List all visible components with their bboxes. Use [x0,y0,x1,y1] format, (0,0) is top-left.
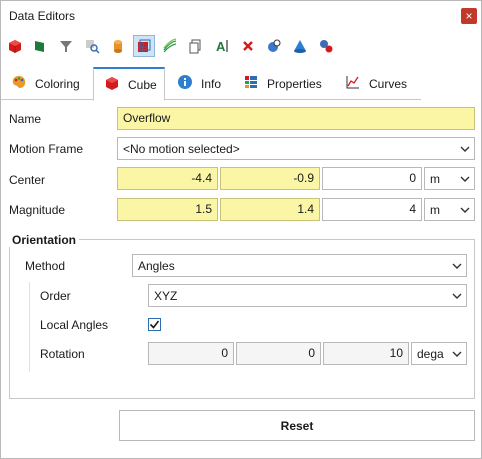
rotation-unit-select[interactable]: dega [411,342,467,365]
svg-text:A: A [216,39,226,54]
copy-icon[interactable] [185,35,207,57]
red-cube-icon [104,75,120,94]
rotation-z-input[interactable]: 10 [323,342,409,365]
magnitude-y-input[interactable]: 1.4 [220,198,320,221]
tab-label: Cube [128,77,157,92]
chevron-down-icon [460,146,470,152]
title-bar: Data Editors × [1,1,481,32]
chart-curve-icon [345,74,361,93]
tab-coloring[interactable]: Coloring [1,67,93,100]
chevron-down-icon [452,293,462,299]
chevron-down-icon [452,351,462,357]
name-input[interactable]: Overflow [117,107,475,130]
local-angles-label: Local Angles [40,318,109,332]
tab-label: Info [201,76,222,91]
center-z-input[interactable]: 0 [322,167,422,190]
text-format-icon[interactable]: A [211,35,233,57]
center-x-input[interactable]: -4.4 [117,167,218,190]
info-icon [177,74,193,93]
close-button[interactable]: × [461,8,477,24]
magnitude-label: Magnitude [9,203,66,217]
molecule-icon[interactable] [315,35,337,57]
lines-icon[interactable] [159,35,181,57]
filter-icon[interactable] [55,35,77,57]
rotation-y-input[interactable]: 0 [236,342,321,365]
properties-icon [243,74,259,93]
chevron-down-icon [460,207,470,213]
orientation-title: Orientation [9,233,80,247]
tab-properties[interactable]: Properties [233,67,335,100]
red-cube-icon[interactable] [4,35,26,57]
local-angles-checkbox[interactable] [148,318,161,331]
rotation-label: Rotation [40,347,85,361]
method-label: Method [25,259,66,273]
toolbar: A [1,35,481,59]
reset-button[interactable]: Reset [119,410,475,441]
magnitude-unit-select[interactable]: m [424,198,475,221]
cone-icon[interactable] [289,35,311,57]
name-label: Name [9,112,42,126]
motion-frame-select[interactable]: <No motion selected> [117,137,475,160]
tab-strip: Coloring Cube Info Properties Curves [1,67,481,101]
tab-label: Coloring [35,76,80,91]
center-y-input[interactable]: -0.9 [220,167,320,190]
magnitude-x-input[interactable]: 1.5 [117,198,218,221]
palette-icon [11,74,27,93]
method-value: Angles [138,259,175,273]
rotation-unit-value: dega [417,347,444,361]
cube-grid-icon[interactable] [133,35,155,57]
chevron-down-icon [452,263,462,269]
camera-point-icon[interactable] [263,35,285,57]
green-flag-icon[interactable] [29,35,51,57]
magnitude-unit-value: m [430,203,440,217]
search-zoom-icon[interactable] [81,35,103,57]
magnitude-z-input[interactable]: 4 [322,198,422,221]
cylinder-icon[interactable] [107,35,129,57]
tab-label: Curves [369,76,408,91]
order-value: XYZ [154,289,178,303]
center-label: Center [9,173,46,187]
motion-frame-label: Motion Frame [9,142,84,156]
center-unit-value: m [430,172,440,186]
tab-divider [1,99,421,100]
order-select[interactable]: XYZ [148,284,467,307]
rotation-x-input[interactable]: 0 [148,342,234,365]
order-label: Order [40,289,71,303]
method-select[interactable]: Angles [132,254,467,277]
tab-cube[interactable]: Cube [93,67,165,101]
motion-frame-value: <No motion selected> [123,142,240,156]
tab-label: Properties [267,76,322,91]
chevron-down-icon [460,176,470,182]
tab-curves[interactable]: Curves [335,67,421,100]
delete-icon[interactable] [237,35,259,57]
data-editors-window: Data Editors × A Coloring Cube Info Prop… [0,0,482,459]
window-title: Data Editors [9,9,76,23]
tab-info[interactable]: Info [167,67,233,100]
center-unit-select[interactable]: m [424,167,475,190]
checkmark-icon [149,320,160,329]
